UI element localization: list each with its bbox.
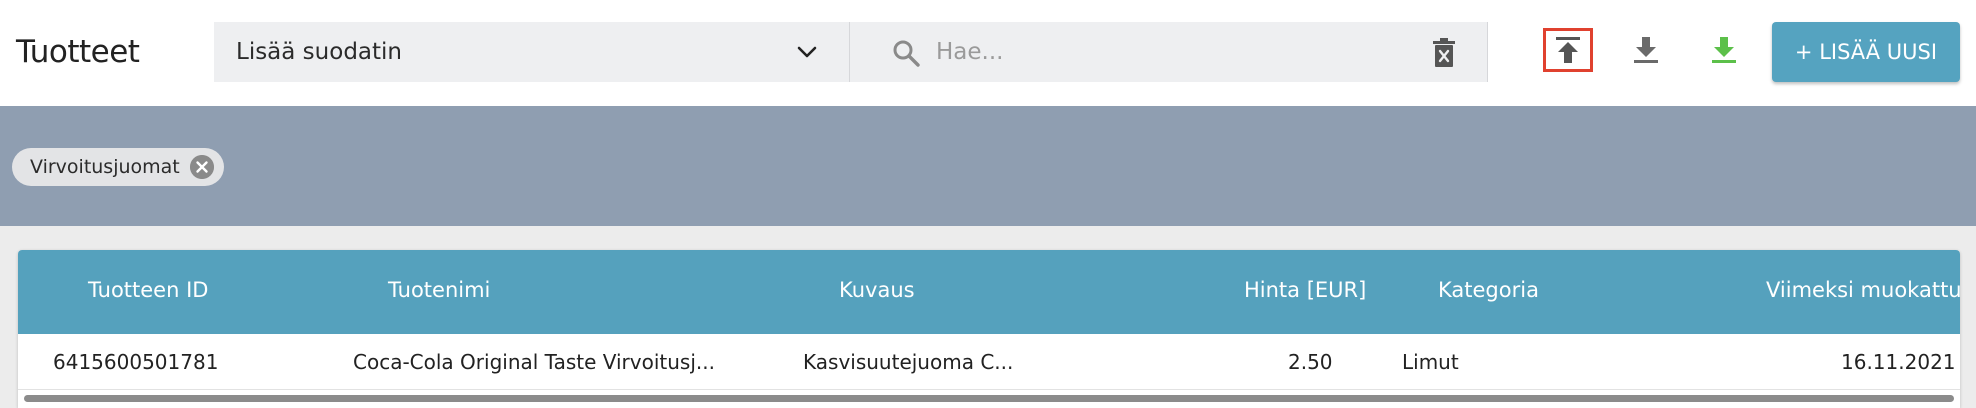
trash-icon[interactable] [1432, 38, 1456, 68]
active-filters-bar: Virvoitusjuomat [0, 106, 1976, 226]
chevron-down-icon [797, 46, 817, 58]
column-header-category[interactable]: Kategoria [1438, 278, 1539, 302]
add-filter-dropdown[interactable]: Lisää suodatin [214, 22, 850, 82]
horizontal-scrollbar[interactable] [24, 395, 1954, 402]
cell-id: 6415600501781 [53, 350, 219, 374]
cell-category: Limut [1402, 350, 1459, 374]
download-template-button[interactable] [1699, 28, 1749, 72]
upload-button[interactable] [1543, 28, 1593, 72]
cell-price: 2.50 [1288, 350, 1333, 374]
download-icon [1712, 37, 1736, 63]
column-header-modified[interactable]: Viimeksi muokattu [1766, 278, 1960, 302]
filter-chip-label: Virvoitusjuomat [30, 156, 180, 178]
page-title: Tuotteet [16, 34, 140, 70]
products-table: Tuotteen ID Tuotenimi Kuvaus Hinta [EUR]… [18, 250, 1960, 408]
upload-icon [1556, 37, 1580, 63]
download-icon [1634, 37, 1658, 63]
column-header-price[interactable]: Hinta [EUR] [1244, 278, 1366, 302]
close-icon[interactable] [189, 155, 214, 179]
table-header: Tuotteen ID Tuotenimi Kuvaus Hinta [EUR]… [18, 250, 1960, 334]
add-new-button[interactable]: + LISÄÄ UUSI [1772, 22, 1960, 82]
cell-modified: 16.11.2021 [1841, 350, 1956, 374]
cell-name: Coca-Cola Original Taste Virvoitusj... [353, 350, 715, 374]
cell-description: Kasvisuutejuoma C... [803, 350, 1014, 374]
add-filter-label: Lisää suodatin [236, 39, 402, 65]
top-toolbar: Tuotteet Lisää suodatin Hae... + LISÄÄ U… [0, 0, 1976, 106]
column-header-id[interactable]: Tuotteen ID [88, 278, 208, 302]
search-box [850, 22, 1488, 82]
table-row[interactable]: 6415600501781 Coca-Cola Original Taste V… [18, 334, 1960, 390]
column-header-name[interactable]: Tuotenimi [388, 278, 490, 302]
column-header-description[interactable]: Kuvaus [839, 278, 915, 302]
download-button[interactable] [1621, 28, 1671, 72]
search-icon [893, 40, 920, 67]
search-input[interactable] [936, 34, 1386, 70]
filter-chip: Virvoitusjuomat [12, 148, 224, 186]
